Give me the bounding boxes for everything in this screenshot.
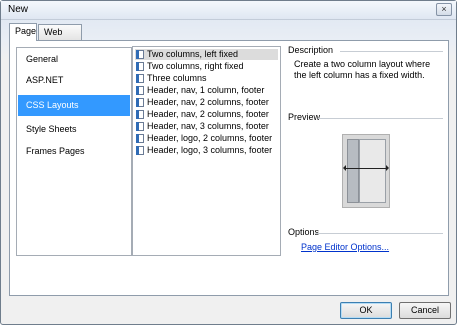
category-item-asp-net[interactable]: ASP.NET	[18, 70, 130, 91]
ok-button[interactable]: OK	[340, 302, 392, 319]
template-label: Header, nav, 1 column, footer	[147, 85, 265, 95]
page-icon	[136, 74, 144, 83]
template-label: Three columns	[147, 73, 207, 83]
new-dialog-window: New × Page Web Site General ASP.NET CSS …	[0, 0, 457, 325]
category-list: General ASP.NET CSS Layouts Style Sheets…	[16, 47, 132, 256]
category-item-frames-pages[interactable]: Frames Pages	[18, 141, 130, 162]
layout-preview-image	[342, 134, 390, 208]
template-list: Two columns, left fixed Two columns, rig…	[132, 46, 281, 256]
title-bar[interactable]: New ×	[1, 1, 456, 20]
description-text: Create a two column layout where the lef…	[294, 59, 431, 80]
preview-heading: Preview	[288, 112, 321, 122]
page-icon	[136, 146, 144, 155]
preview-divider	[318, 118, 443, 119]
tab-web-site[interactable]: Web Site	[38, 24, 82, 52]
template-label: Header, nav, 3 columns, footer	[147, 121, 269, 131]
template-label: Two columns, right fixed	[147, 61, 244, 71]
page-icon	[136, 62, 144, 71]
options-divider	[316, 233, 443, 234]
preview-fixed-column	[347, 139, 359, 203]
template-item[interactable]: Header, logo, 3 columns, footer	[135, 145, 278, 156]
tab-panel: General ASP.NET CSS Layouts Style Sheets…	[9, 40, 449, 296]
page-icon	[136, 50, 144, 59]
page-icon	[136, 122, 144, 131]
template-item[interactable]: Two columns, left fixed	[135, 49, 278, 60]
page-icon	[136, 110, 144, 119]
template-item[interactable]: Header, nav, 2 columns, footer	[135, 109, 278, 120]
template-item[interactable]: Header, nav, 3 columns, footer	[135, 121, 278, 132]
template-item[interactable]: Header, nav, 2 columns, footer	[135, 97, 278, 108]
arrow-right-icon	[386, 165, 389, 171]
template-item[interactable]: Header, logo, 2 columns, footer	[135, 133, 278, 144]
tab-page[interactable]: Page	[9, 23, 37, 41]
page-icon	[136, 98, 144, 107]
template-label: Header, logo, 2 columns, footer	[147, 133, 273, 143]
category-item-style-sheets[interactable]: Style Sheets	[18, 119, 130, 140]
template-item[interactable]: Three columns	[135, 73, 278, 84]
preview-width-arrow	[345, 168, 388, 169]
template-label: Header, nav, 2 columns, footer	[147, 109, 269, 119]
close-icon: ×	[441, 4, 447, 14]
template-item[interactable]: Two columns, right fixed	[135, 61, 278, 72]
page-icon	[136, 134, 144, 143]
window-title: New	[8, 4, 29, 15]
close-button[interactable]: ×	[436, 3, 452, 16]
cancel-button[interactable]: Cancel	[399, 302, 451, 319]
description-divider	[340, 51, 443, 52]
category-item-css-layouts[interactable]: CSS Layouts	[18, 95, 130, 116]
template-item[interactable]: Header, nav, 1 column, footer	[135, 85, 278, 96]
template-label: Header, nav, 2 columns, footer	[147, 97, 269, 107]
page-icon	[136, 86, 144, 95]
category-item-general[interactable]: General	[18, 49, 130, 70]
preview-fluid-column	[359, 139, 386, 203]
template-label: Two columns, left fixed	[147, 49, 239, 59]
page-editor-options-link[interactable]: Page Editor Options...	[301, 242, 389, 252]
options-heading: Options	[288, 227, 320, 237]
template-label: Header, logo, 3 columns, footer	[147, 145, 273, 155]
description-heading: Description	[288, 45, 334, 55]
arrow-left-icon	[343, 165, 346, 171]
